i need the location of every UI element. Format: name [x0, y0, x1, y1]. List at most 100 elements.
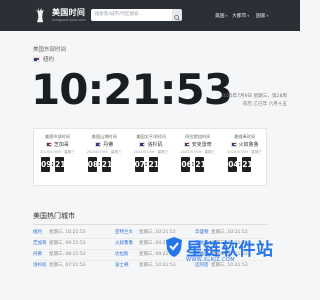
- card-clock: 04 : 21: [228, 157, 261, 172]
- us-flag-icon: [95, 142, 102, 147]
- card-zone-name: 美国中部时间: [44, 134, 70, 139]
- card-minute: 21: [242, 157, 253, 172]
- card-city: 洛杉矶: [128, 141, 175, 148]
- card-city-name: 洛杉矶: [147, 142, 163, 148]
- card-clock: 08 : 21: [87, 157, 121, 172]
- card-minute: 21: [195, 157, 206, 172]
- card-date: 2025/07/09 · 星期三: [180, 150, 216, 154]
- city-link[interactable]: 迈阿密: [195, 263, 209, 268]
- us-flag-icon: [183, 142, 190, 147]
- chevron-down-icon: ▾: [225, 14, 228, 18]
- nav-item-usa[interactable]: 美国▾: [215, 12, 227, 19]
- card-hour: 04: [228, 157, 239, 172]
- card-date: 2025/07/09 · 星期三: [86, 150, 122, 154]
- city-link[interactable]: 波士顿: [115, 263, 129, 268]
- city-cell[interactable]: 洛杉矶 星期三, 07:21:53: [33, 260, 86, 271]
- city-link[interactable]: 芝加哥: [33, 241, 47, 246]
- us-flag-icon: [139, 142, 146, 147]
- city-time: 星期三, 10:21:53: [139, 263, 176, 268]
- section-divider: [33, 224, 267, 225]
- location-city[interactable]: 纽约: [43, 57, 54, 63]
- city-cell[interactable]: 火奴鲁鲁 星期三, 04:21:53: [115, 238, 176, 249]
- search-icon: [174, 15, 180, 21]
- nav-label: 大都市: [232, 14, 247, 19]
- card-city: 火奴鲁鲁: [221, 141, 268, 148]
- us-flag-icon: [230, 142, 237, 147]
- city-cell[interactable]: 达拉斯 星期三, 09:21:53: [115, 249, 176, 260]
- lunar-date: 农历 乙巳年 六月十五: [242, 102, 287, 107]
- city-cell[interactable]: 丹佛 星期三, 08:21:53: [33, 249, 86, 260]
- chevron-down-icon: ▾: [266, 14, 269, 18]
- timezone-card[interactable]: 夏威夷时间 火奴鲁鲁 2025/07/09 · 星期三 04 : 21: [221, 129, 268, 187]
- card-city: 丹佛: [81, 141, 128, 148]
- clock-separator: :: [238, 160, 242, 168]
- clock-separator: :: [97, 160, 101, 168]
- timezone-cards: 美国中部时间 芝加哥 2025/07/09 · 星期三 09 : 21 美国山地…: [33, 128, 267, 186]
- site-logo-domain: meiguoshijian.com: [52, 18, 86, 22]
- card-clock: 07 : 21: [134, 157, 168, 172]
- us-flag-icon: [45, 142, 52, 147]
- chevron-down-icon: ▾: [247, 14, 250, 18]
- site-logo-title[interactable]: 美国时间: [52, 7, 85, 18]
- us-flag-icon: [33, 57, 40, 62]
- card-minute: 21: [148, 157, 159, 172]
- card-zone-name: 美国山地时间: [91, 134, 117, 139]
- timezone-card[interactable]: 美国太平洋时间 洛杉矶 2025/07/09 · 星期三 07 : 21: [128, 129, 175, 187]
- city-time: 星期三, 10:21:53: [49, 230, 86, 235]
- timezone-card[interactable]: 美国中部时间 芝加哥 2025/07/09 · 星期三 09 : 21: [34, 129, 81, 187]
- card-clock: 09 : 21: [41, 157, 74, 172]
- card-city-name: 安克雷奇: [191, 142, 212, 148]
- location-label: 纽约: [33, 55, 54, 63]
- nav-item-metropolis[interactable]: 大都市▾: [232, 12, 249, 19]
- shield-logo-icon: [166, 237, 182, 257]
- watermark-url: WWW.XLRJZ.COM: [186, 257, 235, 263]
- city-cell[interactable]: 波士顿 星期三, 10:21:53: [115, 260, 176, 271]
- city-link[interactable]: 纽约: [33, 230, 42, 235]
- card-hour: 07: [134, 157, 145, 172]
- city-time: 星期三, 09:21:53: [49, 241, 86, 246]
- clock-separator: :: [51, 160, 54, 168]
- city-link[interactable]: 达拉斯: [115, 252, 129, 257]
- top-navigation-bar: 美国时间 meiguoshijian.com 搜索影/城市/时区搜索... 美国…: [0, 0, 300, 31]
- search-button[interactable]: [172, 9, 182, 21]
- timezone-card[interactable]: 阿拉斯加时间 安克雷奇 2025/07/09 · 星期三 06 : 21: [174, 129, 221, 187]
- card-city-name: 火奴鲁鲁: [238, 142, 259, 148]
- card-hour: 06: [181, 157, 192, 172]
- card-city-name: 丹佛: [103, 142, 114, 148]
- card-date: 2025/07/09 · 星期三: [39, 150, 75, 154]
- city-time: 星期三, 07:21:53: [49, 263, 86, 268]
- city-link[interactable]: 火奴鲁鲁: [115, 241, 133, 246]
- card-date: 2025/07/09 · 星期三: [133, 150, 169, 154]
- card-city-name: 芝加哥: [53, 142, 69, 148]
- card-clock: 06 : 21: [181, 157, 214, 172]
- nav-label: 国家: [256, 14, 266, 19]
- current-date: 2025年7月9日 星期三，第28周: [220, 94, 287, 99]
- city-link[interactable]: 洛杉矶: [33, 263, 47, 268]
- card-date: 2025/07/09 · 星期三: [227, 150, 263, 154]
- city-cell[interactable]: 芝加哥 星期三, 09:21:53: [33, 238, 86, 249]
- card-hour: 09: [41, 157, 51, 172]
- popular-cities-title: 美国热门城市: [33, 212, 75, 220]
- clock-separator: :: [191, 160, 195, 168]
- timezone-heading: 美国东部时间: [33, 47, 67, 53]
- card-zone-name: 阿拉斯加时间: [185, 134, 211, 139]
- city-cell[interactable]: 亚特兰大 星期三, 10:21:53: [115, 227, 176, 238]
- nav-item-countries[interactable]: 国家▾: [256, 12, 268, 19]
- card-minute: 21: [55, 157, 65, 172]
- card-city: 芝加哥: [34, 141, 81, 148]
- clock-separator: :: [144, 160, 148, 168]
- timezone-card[interactable]: 美国山地时间 丹佛 2025/07/09 · 星期三 08 : 21: [81, 129, 128, 187]
- card-zone-name: 夏威夷时间: [234, 134, 256, 139]
- card-zone-name: 美国太平洋时间: [136, 134, 166, 139]
- card-minute: 21: [101, 157, 112, 172]
- city-link[interactable]: 丹佛: [33, 252, 42, 257]
- city-time: 星期三, 08:21:53: [49, 252, 86, 257]
- search-input[interactable]: 搜索影/城市/时区搜索...: [91, 9, 176, 21]
- statue-of-liberty-logo-icon[interactable]: [32, 7, 49, 24]
- city-link[interactable]: 亚特兰大: [115, 230, 133, 235]
- card-hour: 08: [87, 157, 98, 172]
- card-city: 安克雷奇: [174, 141, 221, 148]
- nav-label: 美国: [215, 14, 225, 19]
- city-cell[interactable]: 纽约 星期三, 10:21:53: [33, 227, 86, 238]
- main-clock: 10:21:53: [31, 65, 233, 114]
